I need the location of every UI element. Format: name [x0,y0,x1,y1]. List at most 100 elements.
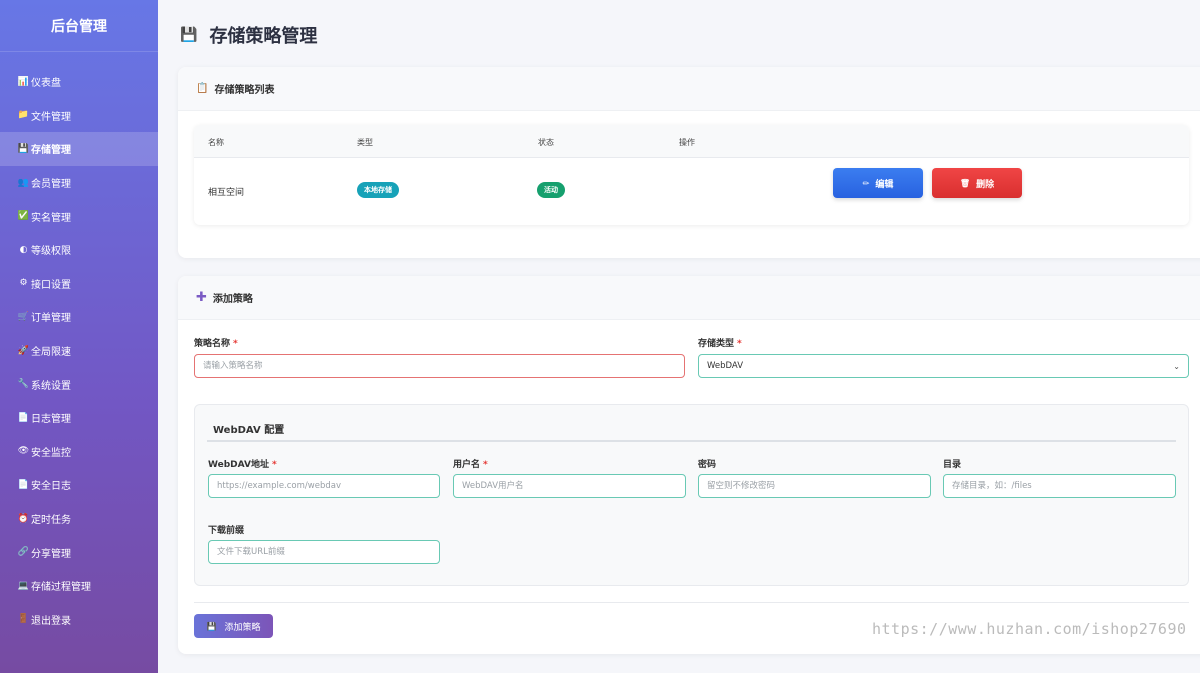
policy-list-title: 存储策略列表 [214,85,275,96]
policy-name: 相互空间 [208,188,245,198]
link-icon: 🔗 [17,547,30,558]
password-label: 密码 [698,460,717,470]
rocket-icon: 🚀 [17,345,30,356]
directory-input[interactable] [943,474,1176,498]
table-row: 相互空间 本地存储 活动 ✏ 编辑 🗑 删除 [194,158,1189,224]
pencil-icon: ✏ [862,178,870,188]
type-badge: 本地存储 [357,182,399,198]
sidebar-item-dashboard[interactable]: 📊 仪表盘 [0,65,158,99]
policy-list-header: 📋 存储策略列表 [178,67,1200,111]
floppy-disk-icon: 💾 [17,143,30,154]
sidebar-item-levels[interactable]: ◐ 等级权限 [0,233,158,267]
eye-icon: 👁 [17,446,30,457]
download-prefix-input[interactable] [208,540,440,564]
sidebar-item-shares[interactable]: 🔗 分享管理 [0,535,158,569]
sidebar-item-label: 会员管理 [31,179,71,191]
policy-list-card: 📋 存储策略列表 名称 类型 状态 操作 相互空间 本地存储 活动 ✏ 编辑 🗑 [178,67,1200,258]
sidebar-item-label: 退出登录 [31,615,71,627]
add-policy-button[interactable]: 💾 添加策略 [194,614,273,638]
sidebar-item-label: 文件管理 [31,111,71,123]
check-icon: ✅ [17,211,30,222]
divider [207,440,1176,442]
plus-icon: ✚ [196,290,207,305]
webdav-url-label: WebDAV地址 * [208,460,277,470]
webdav-url-input[interactable] [208,474,440,498]
sidebar-item-members[interactable]: 👥 会员管理 [0,166,158,200]
sidebar-item-logout[interactable]: 🚪 退出登录 [0,603,158,637]
cart-icon: 🛒 [17,311,30,322]
sidebar-item-orders[interactable]: 🛒 订单管理 [0,300,158,334]
sidebar-item-security-logs[interactable]: 📄 安全日志 [0,468,158,502]
policy-table: 名称 类型 状态 操作 相互空间 本地存储 活动 ✏ 编辑 🗑 删除 [194,125,1189,225]
username-input[interactable] [453,474,686,498]
sidebar: 后台管理 📊 仪表盘 📁 文件管理 💾 存储管理 👥 会员管理 ✅ 实名管理 ◐ 等级权限 … [0,0,158,673]
sidebar-item-tasks[interactable]: ⏰ 定时任务 [0,502,158,536]
gear-icon: ⚙ [19,278,28,289]
sidebar-item-logs[interactable]: 📄 日志管理 [0,401,158,435]
folder-icon: 📁 [17,110,30,121]
delete-button-label: 删除 [976,179,995,190]
sidebar-item-label: 系统设置 [31,380,71,392]
page-title: 💾 存储策略管理 [180,22,317,48]
divider [194,602,1189,603]
sidebar-item-label: 订单管理 [31,313,71,325]
document-icon: 📄 [17,479,30,490]
edit-button-label: 编辑 [875,179,894,190]
sidebar-nav: 📊 仪表盘 📁 文件管理 💾 存储管理 👥 会员管理 ✅ 实名管理 ◐ 等级权限 ⚙ 接口设置… [0,65,158,636]
webdav-config-title: WebDAV 配置 [213,425,285,436]
watermark-text: https://www.huzhan.com/ishop27690 [872,620,1187,638]
document-icon: 📄 [17,412,30,423]
wrench-icon: 🔧 [17,379,30,390]
door-icon: 🚪 [17,614,30,625]
sidebar-item-api[interactable]: ⚙ 接口设置 [0,267,158,301]
download-prefix-label: 下载前缀 [208,526,245,536]
storage-type-select[interactable]: WebDAV ⌄ [698,354,1189,378]
status-badge: 活动 [537,182,565,198]
column-header-actions: 操作 [679,138,695,147]
delete-button[interactable]: 🗑 删除 [932,168,1022,198]
add-policy-title: 添加策略 [212,294,253,305]
sidebar-item-label: 存储管理 [31,145,71,157]
sidebar-item-label: 等级权限 [31,246,71,258]
sidebar-item-settings[interactable]: 🔧 系统设置 [0,367,158,401]
floppy-disk-icon: 💾 [206,621,217,631]
username-label: 用户名 * [453,460,488,470]
webdav-config-panel: WebDAV 配置 WebDAV地址* 用户名* 密码 目录 下载前缀 [194,404,1189,586]
sidebar-item-security-monitor[interactable]: 👁 安全监控 [0,435,158,469]
floppy-disk-icon: 💾 [180,27,198,43]
main-content: 💾 存储策略管理 📋 存储策略列表 名称 类型 状态 操作 相互空间 本地存储 … [158,0,1200,673]
chart-icon: 📊 [17,76,30,87]
sidebar-item-label: 定时任务 [31,515,71,527]
sidebar-item-files[interactable]: 📁 文件管理 [0,99,158,133]
sidebar-item-storage[interactable]: 💾 存储管理 [0,132,158,166]
sidebar-item-label: 安全日志 [31,481,71,493]
password-input[interactable] [698,474,931,498]
half-circle-icon: ◐ [19,244,28,255]
table-header: 名称 类型 状态 操作 [194,125,1189,158]
chevron-down-icon: ⌄ [1173,361,1180,371]
sidebar-item-label: 存储过程管理 [31,582,91,594]
sidebar-title: 后台管理 [0,0,158,52]
column-header-status: 状态 [538,138,554,147]
add-policy-button-label: 添加策略 [224,622,261,633]
alarm-clock-icon: ⏰ [17,513,30,524]
column-header-name: 名称 [208,138,224,147]
directory-label: 目录 [943,460,962,470]
page-title-text: 存储策略管理 [209,26,318,47]
sidebar-item-label: 仪表盘 [31,78,61,90]
users-icon: 👥 [17,177,30,188]
sidebar-item-label: 全局限速 [31,347,71,359]
trash-icon: 🗑 [959,178,971,188]
policy-name-input[interactable] [194,354,685,378]
storage-type-label: 存储类型 * [698,339,742,349]
add-policy-card: ✚ 添加策略 策略名称* 存储类型* WebDAV ⌄ WebDAV 配置 We… [178,276,1200,654]
sidebar-item-ratelimit[interactable]: 🚀 全局限速 [0,334,158,368]
sidebar-item-label: 日志管理 [31,414,71,426]
clipboard-icon: 📋 [196,83,209,94]
policy-name-label: 策略名称 * [194,339,238,349]
edit-button[interactable]: ✏ 编辑 [833,168,923,198]
sidebar-item-procedures[interactable]: 💻 存储过程管理 [0,569,158,603]
add-policy-header: ✚ 添加策略 [178,276,1200,320]
sidebar-item-realname[interactable]: ✅ 实名管理 [0,199,158,233]
sidebar-item-label: 安全监控 [31,447,71,459]
